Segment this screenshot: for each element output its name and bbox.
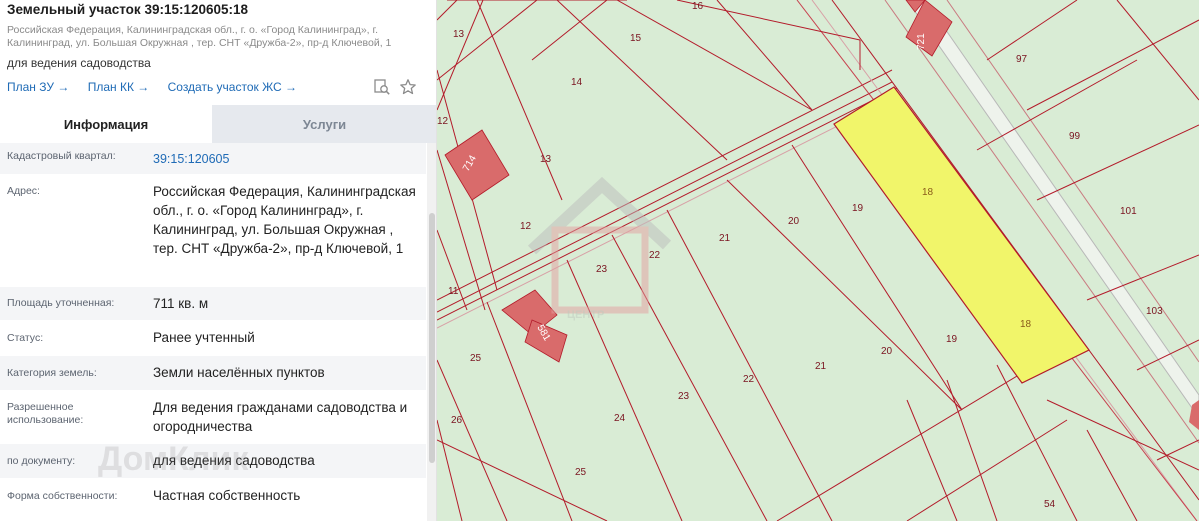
row-value: Частная собственность bbox=[153, 488, 301, 503]
row-permitted-use: Разрешенное использование: Для ведения г… bbox=[0, 391, 426, 444]
watermark: ДомКлик bbox=[98, 440, 249, 478]
row-key: Форма собственности: bbox=[7, 490, 118, 502]
cadastral-quarter-link[interactable]: 39:15:120605 bbox=[153, 150, 421, 169]
search-document-icon[interactable] bbox=[373, 78, 391, 96]
row-area: Площадь уточненная: 711 кв. м bbox=[0, 287, 426, 321]
row-key: Кадастровый квартал: bbox=[7, 150, 116, 162]
tab-information[interactable]: Информация bbox=[0, 105, 212, 143]
plot-number: 19 bbox=[852, 203, 864, 214]
plot-number: 20 bbox=[788, 216, 800, 227]
selected-plot-label: 18 bbox=[922, 187, 934, 198]
plot-number: 12 bbox=[437, 116, 449, 127]
plot-number: 101 bbox=[1120, 206, 1137, 217]
row-value: Ранее учтенный bbox=[153, 330, 255, 345]
plot-number: 16 bbox=[692, 1, 704, 12]
parcel-address-summary: Российская Федерация, Калининградская об… bbox=[7, 24, 392, 49]
plot-number: 25 bbox=[575, 467, 587, 478]
selected-plot-label: 18 bbox=[1020, 319, 1032, 330]
building-number: 721 bbox=[916, 33, 927, 50]
plot-number: 12 bbox=[520, 221, 532, 232]
plot-number: 13 bbox=[540, 154, 552, 165]
row-key: Статус: bbox=[7, 332, 44, 344]
info-panel: Земельный участок 39:15:120605:18 Россий… bbox=[0, 0, 437, 521]
scrollbar-thumb[interactable] bbox=[429, 213, 435, 463]
plot-number: 20 bbox=[881, 346, 893, 357]
row-value: Земли населённых пунктов bbox=[153, 365, 325, 380]
row-value: Для ведения гражданами садоводства и ого… bbox=[153, 400, 408, 434]
row-key: Категория земель: bbox=[7, 367, 97, 379]
plot-number: 97 bbox=[1016, 54, 1028, 65]
plot-number: 24 bbox=[614, 413, 626, 424]
row-value: Российская Федерация, Калининградская об… bbox=[153, 184, 416, 256]
plot-number: 22 bbox=[743, 374, 755, 385]
panel-scrollbar[interactable] bbox=[427, 143, 436, 521]
plan-zu-link[interactable]: План ЗУ → bbox=[7, 80, 69, 94]
row-value: 711 кв. м bbox=[153, 296, 209, 311]
tab-services[interactable]: Услуги bbox=[212, 105, 436, 143]
plot-number: 11 bbox=[448, 286, 459, 297]
panel-actions bbox=[373, 78, 417, 96]
panel-tabs: Информация Услуги bbox=[0, 105, 436, 143]
row-address: Адрес: Российская Федерация, Калининград… bbox=[0, 175, 426, 287]
plot-number: 23 bbox=[678, 391, 690, 402]
create-parcel-link[interactable]: Создать участок ЖС → bbox=[168, 80, 297, 94]
plot-number: 26 bbox=[451, 415, 463, 426]
building-714[interactable] bbox=[444, 129, 510, 201]
plan-kk-link[interactable]: План КК → bbox=[88, 80, 150, 94]
map-canvas[interactable]: ЦЕНТР 18 18 16 13 15 14 13 12 12 11 25 2… bbox=[437, 0, 1199, 521]
plan-links: План ЗУ → План КК → Создать участок ЖС → bbox=[7, 80, 312, 96]
plot-number: 54 bbox=[1044, 499, 1056, 510]
plot-number: 99 bbox=[1069, 131, 1081, 142]
plot-number: 19 bbox=[946, 334, 958, 345]
parcel-title: Земельный участок 39:15:120605:18 bbox=[7, 2, 249, 17]
row-ownership: Форма собственности: Частная собственнос… bbox=[0, 479, 426, 519]
plot-number: 15 bbox=[630, 33, 642, 44]
plot-number: 103 bbox=[1146, 306, 1163, 317]
row-key: Адрес: bbox=[7, 185, 40, 197]
row-status: Статус: Ранее учтенный bbox=[0, 321, 426, 356]
plot-number: 25 bbox=[470, 353, 482, 364]
plot-number: 23 bbox=[596, 264, 608, 275]
cadastral-map[interactable]: ЦЕНТР 18 18 16 13 15 14 13 12 12 11 25 2… bbox=[437, 0, 1199, 521]
plot-number: 14 bbox=[571, 77, 583, 88]
star-icon[interactable] bbox=[399, 78, 417, 96]
row-cadastral-quarter: Кадастровый квартал: 39:15:120605 bbox=[0, 143, 426, 175]
passage-lines bbox=[437, 0, 1199, 521]
parcel-purpose: для ведения садоводства bbox=[7, 56, 151, 70]
plot-number: 21 bbox=[815, 361, 827, 372]
row-key: Разрешенное использование: bbox=[7, 401, 84, 426]
plot-numbers: 16 13 15 14 13 12 12 11 25 26 25 24 23 2… bbox=[437, 1, 1163, 510]
watermark-text: ЦЕНТР bbox=[567, 309, 604, 321]
selected-parcel-18[interactable] bbox=[833, 86, 1090, 384]
parcel-boundaries bbox=[437, 0, 1199, 521]
plot-number: 13 bbox=[453, 29, 465, 40]
row-key: Площадь уточненная: bbox=[7, 297, 115, 309]
plot-number: 22 bbox=[649, 250, 661, 261]
plot-number: 21 bbox=[719, 233, 731, 244]
row-land-category: Категория земель: Земли населённых пункт… bbox=[0, 356, 426, 391]
watermark-logo: ЦЕНТР bbox=[527, 176, 672, 321]
